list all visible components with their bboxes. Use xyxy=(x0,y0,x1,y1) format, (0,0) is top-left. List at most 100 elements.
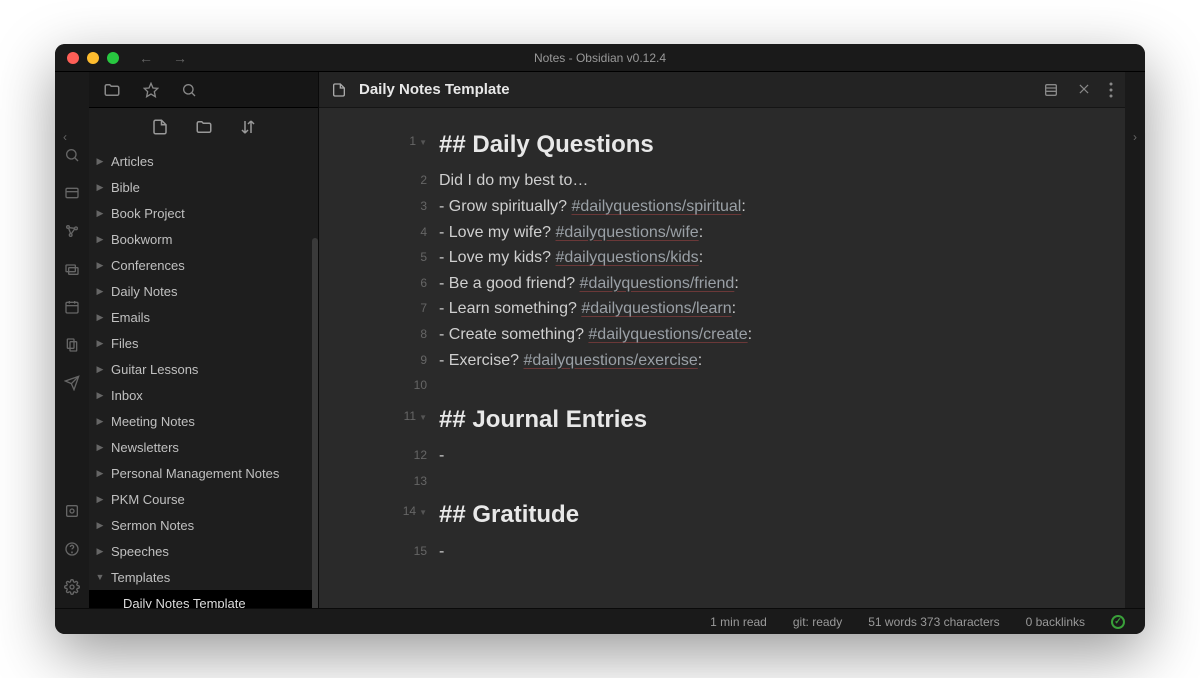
folder-item[interactable]: ▶Emails xyxy=(89,304,318,330)
line-content[interactable]: - Learn something? #dailyquestions/learn… xyxy=(439,296,1125,322)
folder-tab-icon[interactable] xyxy=(103,81,121,99)
sync-ok-icon[interactable]: ✓ xyxy=(1111,615,1125,629)
folder-item[interactable]: ▶Articles xyxy=(89,148,318,174)
folder-item[interactable]: ▶Conferences xyxy=(89,252,318,278)
file-item-active[interactable]: Daily Notes Template xyxy=(89,590,318,608)
editor-line[interactable]: 6- Be a good friend? #dailyquestions/fri… xyxy=(319,271,1125,297)
fold-icon[interactable]: ▼ xyxy=(419,138,427,147)
hashtag-link[interactable]: #dailyquestions/spiritual xyxy=(571,198,741,215)
editor-line[interactable]: 8- Create something? #dailyquestions/cre… xyxy=(319,322,1125,348)
editor-line[interactable]: 15- xyxy=(319,539,1125,565)
line-content[interactable]: - Love my kids? #dailyquestions/kids: xyxy=(439,245,1125,271)
chevron-right-icon[interactable]: ▶ xyxy=(95,234,105,245)
editor-line[interactable]: 12- xyxy=(319,443,1125,469)
chevron-right-icon[interactable]: ▶ xyxy=(95,546,105,557)
folder-item[interactable]: ▶Personal Management Notes xyxy=(89,460,318,486)
hashtag-link[interactable]: #dailyquestions/learn xyxy=(581,300,731,317)
folder-item[interactable]: ▶Speeches xyxy=(89,538,318,564)
editor-line[interactable]: 10 xyxy=(319,373,1125,399)
editor-line[interactable]: 3- Grow spiritually? #dailyquestions/spi… xyxy=(319,194,1125,220)
folder-item[interactable]: ▶Meeting Notes xyxy=(89,408,318,434)
graph-icon[interactable] xyxy=(63,222,81,240)
chevron-right-icon[interactable]: ▶ xyxy=(95,208,105,219)
fold-icon[interactable]: ▼ xyxy=(419,508,427,517)
cards-icon[interactable] xyxy=(63,260,81,278)
chevron-right-icon[interactable]: ▶ xyxy=(95,182,105,193)
chevron-right-icon[interactable]: ▶ xyxy=(95,520,105,531)
templates-icon[interactable] xyxy=(63,336,81,354)
editor-line[interactable]: 7- Learn something? #dailyquestions/lear… xyxy=(319,296,1125,322)
editor-line[interactable]: 13 xyxy=(319,469,1125,495)
chevron-right-icon[interactable]: ▶ xyxy=(95,286,105,297)
search-icon[interactable] xyxy=(63,146,81,164)
folder-item[interactable]: ▶Bible xyxy=(89,174,318,200)
editor-line[interactable]: 14▼## Gratitude xyxy=(319,494,1125,538)
hashtag-link[interactable]: #dailyquestions/create xyxy=(588,326,747,343)
search-tab-icon[interactable] xyxy=(181,82,197,98)
back-button[interactable]: ← xyxy=(139,50,153,66)
sort-icon[interactable] xyxy=(239,118,257,136)
folder-item[interactable]: ▶PKM Course xyxy=(89,486,318,512)
line-content[interactable]: - Love my wife? #dailyquestions/wife: xyxy=(439,220,1125,246)
editor-line[interactable]: 11▼## Journal Entries xyxy=(319,399,1125,443)
hashtag-link[interactable]: #dailyquestions/kids xyxy=(555,249,698,266)
folder-item[interactable]: ▶Daily Notes xyxy=(89,278,318,304)
chevron-right-icon[interactable]: ▶ xyxy=(95,260,105,271)
folder-item[interactable]: ▶Bookworm xyxy=(89,226,318,252)
chevron-right-icon[interactable]: ▶ xyxy=(95,416,105,427)
chevron-right-icon[interactable]: ▶ xyxy=(95,390,105,401)
line-content[interactable]: - xyxy=(439,443,1125,469)
folder-item[interactable]: ▶Files xyxy=(89,330,318,356)
folder-item[interactable]: ▶Book Project xyxy=(89,200,318,226)
chevron-right-icon[interactable]: ▶ xyxy=(95,364,105,375)
close-window-button[interactable] xyxy=(67,52,79,64)
chevron-right-icon[interactable]: ▶ xyxy=(95,338,105,349)
chevron-down-icon[interactable]: ▼ xyxy=(95,572,105,582)
line-content[interactable]: - Exercise? #dailyquestions/exercise: xyxy=(439,348,1125,374)
calendar-icon[interactable] xyxy=(63,298,81,316)
line-content[interactable]: ## Journal Entries xyxy=(439,399,1125,443)
settings-icon[interactable] xyxy=(63,578,81,596)
publish-icon[interactable] xyxy=(63,374,81,392)
chevron-right-icon[interactable]: ▶ xyxy=(95,442,105,453)
line-content[interactable]: ## Daily Questions xyxy=(439,124,1125,168)
chevron-right-icon[interactable]: ▶ xyxy=(95,494,105,505)
folder-item[interactable]: ▶Newsletters xyxy=(89,434,318,460)
vault-icon[interactable] xyxy=(63,502,81,520)
fold-icon[interactable]: ▼ xyxy=(419,413,427,422)
collapse-right-icon[interactable]: › xyxy=(1125,72,1145,608)
editor-line[interactable]: 2Did I do my best to… xyxy=(319,168,1125,194)
editor-line[interactable]: 5- Love my kids? #dailyquestions/kids: xyxy=(319,245,1125,271)
line-content[interactable]: Did I do my best to… xyxy=(439,168,1125,194)
line-content[interactable]: - Create something? #dailyquestions/crea… xyxy=(439,322,1125,348)
star-tab-icon[interactable] xyxy=(143,82,159,98)
preview-toggle-icon[interactable] xyxy=(1043,82,1059,98)
more-options-icon[interactable] xyxy=(1109,82,1113,98)
new-note-icon[interactable] xyxy=(151,118,169,136)
chevron-right-icon[interactable]: ▶ xyxy=(95,156,105,167)
chevron-right-icon[interactable]: ▶ xyxy=(95,468,105,479)
hashtag-link[interactable]: #dailyquestions/wife xyxy=(555,224,698,241)
folder-item[interactable]: ▶Guitar Lessons xyxy=(89,356,318,382)
editor-line[interactable]: 4- Love my wife? #dailyquestions/wife: xyxy=(319,220,1125,246)
line-content[interactable]: ## Gratitude xyxy=(439,494,1125,538)
new-folder-icon[interactable] xyxy=(195,118,213,136)
help-icon[interactable] xyxy=(63,540,81,558)
editor-line[interactable]: 9- Exercise? #dailyquestions/exercise: xyxy=(319,348,1125,374)
hashtag-link[interactable]: #dailyquestions/friend xyxy=(580,275,735,292)
line-content[interactable] xyxy=(439,469,1125,495)
chevron-right-icon[interactable]: ▶ xyxy=(95,312,105,323)
collapse-left-icon[interactable]: ‹ xyxy=(63,130,67,144)
line-content[interactable]: - Be a good friend? #dailyquestions/frie… xyxy=(439,271,1125,297)
scrollbar-thumb[interactable] xyxy=(312,238,318,608)
editor-line[interactable]: 1▼## Daily Questions xyxy=(319,124,1125,168)
minimize-window-button[interactable] xyxy=(87,52,99,64)
forward-button[interactable]: → xyxy=(173,50,187,66)
close-icon[interactable] xyxy=(1077,82,1091,98)
line-content[interactable]: - xyxy=(439,539,1125,565)
folder-item[interactable]: ▶Inbox xyxy=(89,382,318,408)
folder-tree[interactable]: ▶Articles▶Bible▶Book Project▶Bookworm▶Co… xyxy=(89,146,318,608)
editor-body[interactable]: 1▼## Daily Questions2Did I do my best to… xyxy=(319,108,1125,608)
folder-item[interactable]: ▼Templates xyxy=(89,564,318,590)
line-content[interactable] xyxy=(439,373,1125,399)
